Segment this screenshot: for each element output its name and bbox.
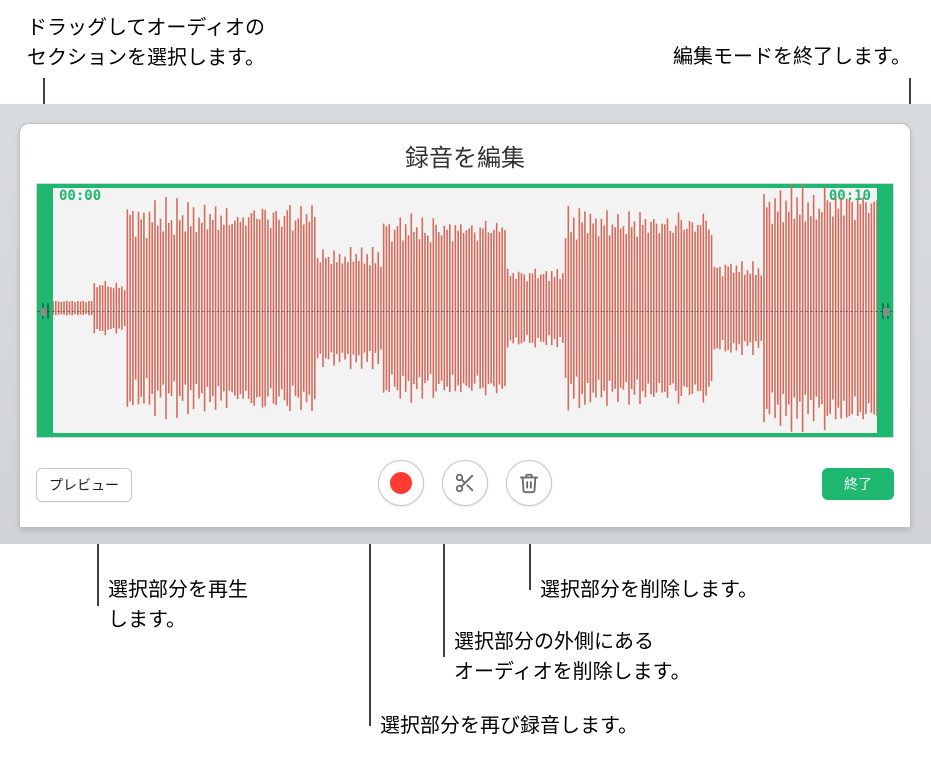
app-background: 録音を編集 00:00 00:10 プレビュー [0, 104, 931, 544]
callout-delete-selection: 選択部分を削除します。 [540, 575, 758, 605]
callout-play-selection: 選択部分を再生 します。 [108, 575, 248, 635]
panel-title: 録音を編集 [20, 124, 910, 183]
record-button[interactable] [378, 460, 424, 506]
callout-drag-select: ドラッグしてオーディオの セクションを選択します。 [27, 13, 265, 73]
callout-trim-outside: 選択部分の外側にある オーディオを削除します。 [454, 627, 691, 687]
record-icon [390, 472, 412, 494]
toolbar-center-group [378, 460, 552, 506]
done-button[interactable]: 終了 [822, 468, 894, 500]
callout-exit-edit: 編集モードを終了します。 [673, 42, 911, 72]
callout-rerecord-selection: 選択部分を再び録音します。 [380, 711, 638, 741]
waveform-midline [37, 311, 893, 312]
waveform-area[interactable]: 00:00 00:10 [36, 183, 894, 438]
trim-button[interactable] [442, 460, 488, 506]
preview-button[interactable]: プレビュー [36, 468, 132, 502]
delete-button[interactable] [506, 460, 552, 506]
waveform-icon [53, 184, 877, 432]
scissors-icon [454, 472, 476, 494]
edit-recording-panel: 録音を編集 00:00 00:10 プレビュー [19, 123, 911, 528]
trash-icon [518, 472, 540, 494]
toolbar: プレビュー [20, 438, 910, 518]
